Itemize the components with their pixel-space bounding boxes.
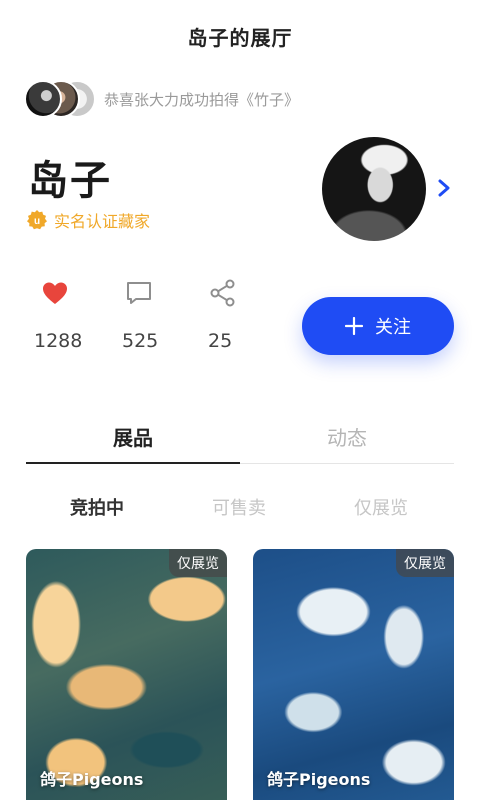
- card-title: 鸽子Pigeons: [40, 770, 144, 789]
- follow-label: 关注: [375, 317, 411, 338]
- avatar-stack: [24, 80, 96, 118]
- tab-exhibits[interactable]: 展品: [26, 412, 240, 464]
- profile-name: 岛子: [28, 158, 112, 204]
- comment-stat[interactable]: 525: [112, 278, 196, 352]
- announcement-bar[interactable]: 恭喜张大力成功拍得《竹子》: [24, 80, 299, 118]
- avatar: [24, 80, 62, 118]
- like-count: 1288: [34, 330, 83, 352]
- card-badge: 仅展览: [169, 549, 227, 577]
- share-icon[interactable]: [208, 278, 238, 308]
- comment-icon[interactable]: [124, 278, 154, 308]
- artwork-card[interactable]: 仅展览 鸽子Pigeons: [253, 549, 454, 800]
- profile-avatar[interactable]: [322, 137, 426, 241]
- page-header: 岛子的展厅: [0, 0, 480, 72]
- announcement-text: 恭喜张大力成功拍得《竹子》: [104, 90, 300, 109]
- page-title: 岛子的展厅: [187, 25, 293, 50]
- card-badge: 仅展览: [396, 549, 454, 577]
- chevron-right-icon[interactable]: [434, 176, 454, 200]
- subtab-for-sale[interactable]: 可售卖: [168, 494, 310, 520]
- comment-count: 525: [122, 330, 159, 352]
- tab-activity[interactable]: 动态: [240, 412, 454, 463]
- card-title: 鸽子Pigeons: [267, 770, 371, 789]
- heart-icon[interactable]: [40, 278, 70, 308]
- stats-row: 1288 525 25: [28, 278, 280, 352]
- verified-badge: u 实名认证藏家: [26, 208, 150, 232]
- like-stat[interactable]: 1288: [28, 278, 112, 352]
- follow-button[interactable]: 关注: [302, 297, 454, 355]
- subtab-exhibit-only[interactable]: 仅展览: [310, 494, 452, 520]
- plus-icon: [345, 317, 363, 335]
- filter-tabs: 竞拍中 可售卖 仅展览: [26, 494, 454, 520]
- subtab-bidding[interactable]: 竞拍中: [26, 494, 168, 520]
- verified-icon: u: [27, 210, 47, 230]
- share-stat[interactable]: 25: [196, 278, 280, 352]
- artwork-card[interactable]: 仅展览 鸽子Pigeons: [26, 549, 227, 800]
- svg-text:u: u: [34, 216, 40, 227]
- share-count: 25: [208, 330, 233, 352]
- main-tabs: 展品 动态: [26, 412, 454, 464]
- verified-label: 实名认证藏家: [54, 212, 151, 231]
